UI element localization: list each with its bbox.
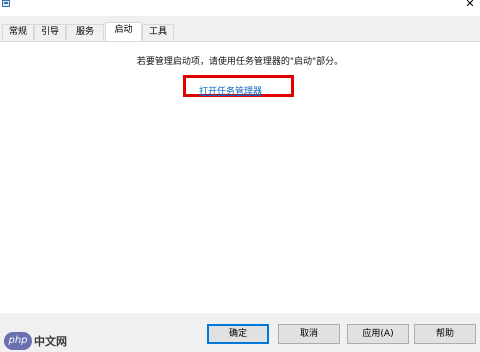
watermark-text: 中文网 [34,335,67,348]
php-logo-icon: php [4,332,32,350]
help-button[interactable]: 帮助 [414,324,476,344]
title-bar: ✕ [0,0,480,16]
close-button[interactable]: ✕ [464,0,476,10]
startup-info-text: 若要管理启动项，请使用任务管理器的"启动"部分。 [136,57,344,67]
ok-button[interactable]: 确定 [207,324,269,344]
tab-boot[interactable]: 引导 [34,24,66,40]
tab-startup[interactable]: 启动 [105,22,142,41]
tab-services[interactable]: 服务 [66,24,104,40]
tab-tools[interactable]: 工具 [142,24,174,40]
php-watermark: php 中文网 [4,332,67,350]
open-task-manager-link[interactable]: 打开任务管理器 [199,84,262,97]
app-icon [2,0,10,7]
apply-button[interactable]: 应用(A) [347,324,409,344]
tab-general[interactable]: 常规 [2,24,34,40]
tab-strip: 常规 引导 服务 启动 工具 [0,22,480,41]
startup-panel: 若要管理启动项，请使用任务管理器的"启动"部分。 打开任务管理器 [0,41,480,313]
cancel-button[interactable]: 取消 [278,324,340,344]
